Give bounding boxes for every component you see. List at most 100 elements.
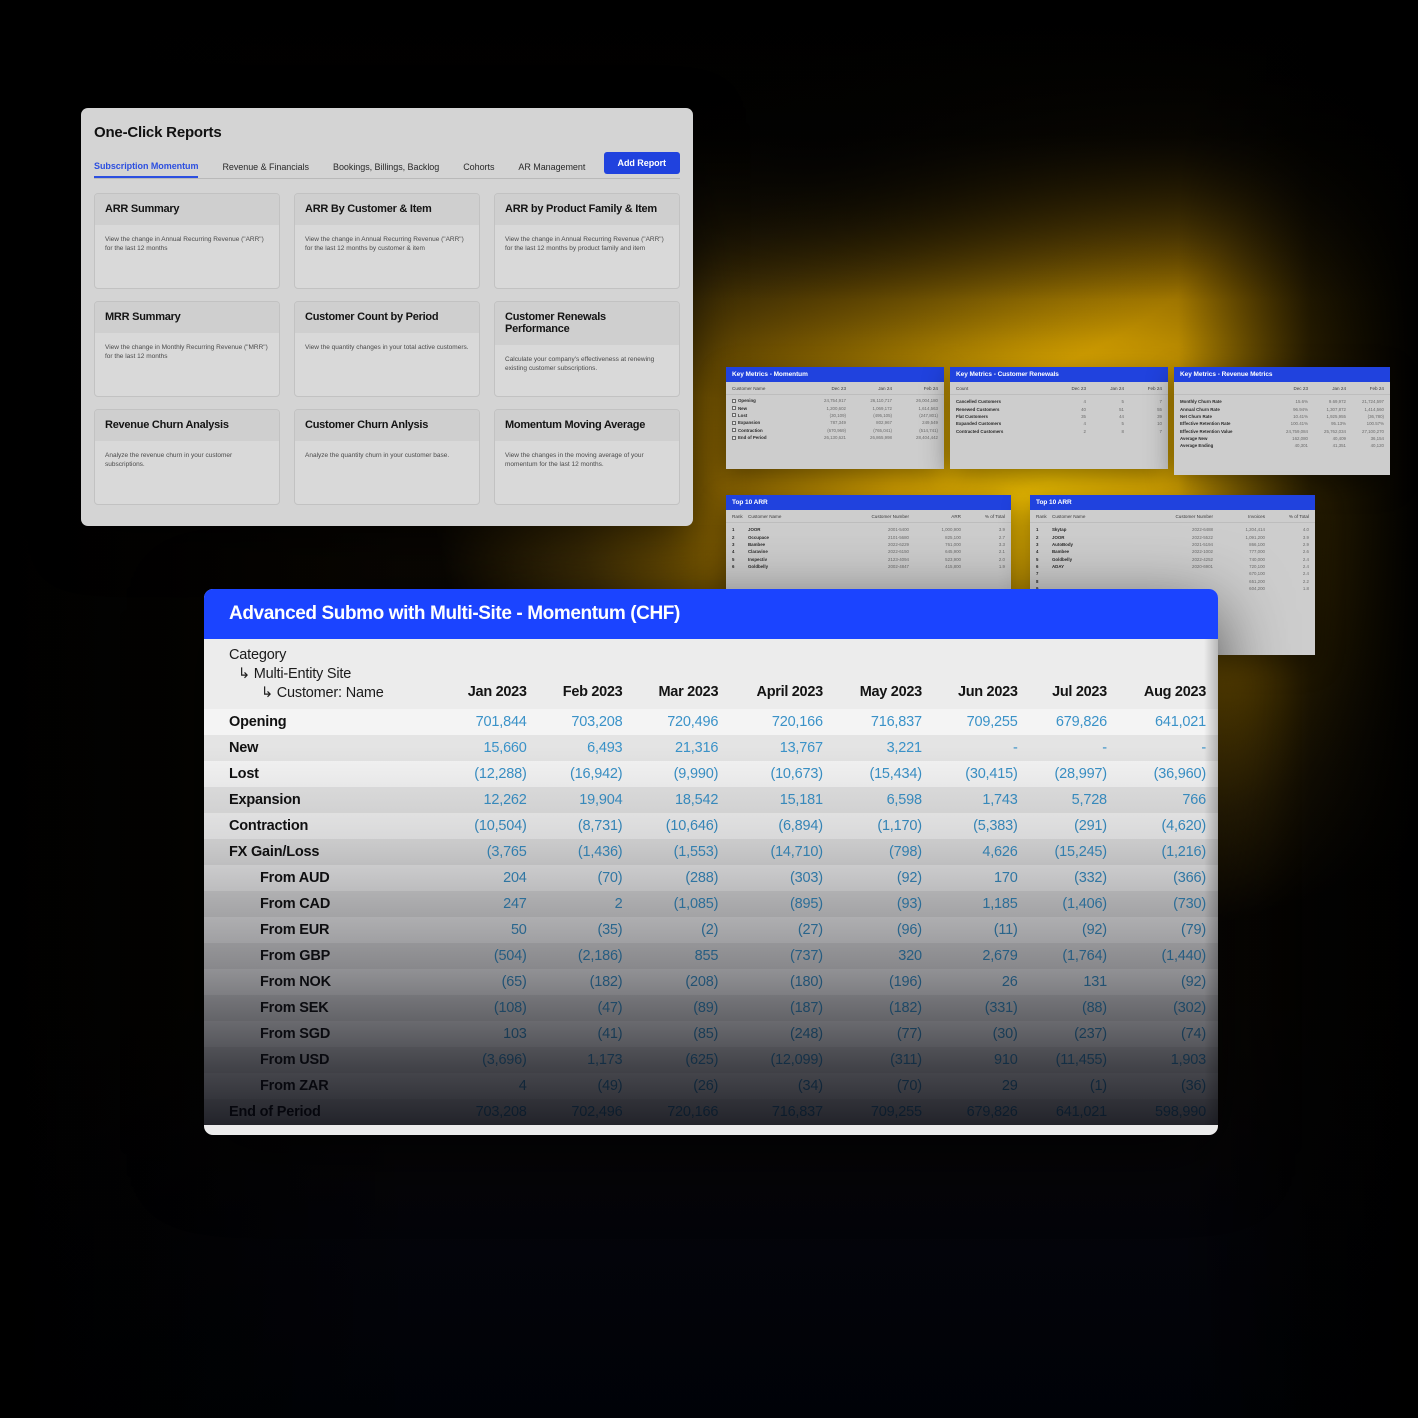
report-card-arr-by-product-family-item[interactable]: ARR by Product Family & Item View the ch… <box>494 193 680 289</box>
row-label: From CAD <box>260 896 331 912</box>
customer-number-cell: 2020-6901 <box>1192 564 1213 570</box>
row-label: Cancelled Customers <box>956 399 1001 405</box>
cell-value: 95.13% <box>1331 421 1346 427</box>
table-row: 8 651,200 2.2 <box>1030 578 1315 585</box>
cell-value: 204 <box>503 870 527 886</box>
cell-value: (14,710) <box>770 844 823 860</box>
table-row: 2 JOOR 2022-5522 1,091,200 3.9 <box>1030 533 1315 540</box>
checkbox-icon[interactable] <box>732 398 736 403</box>
customer-number-cell: 2022-6488 <box>1192 527 1213 533</box>
cell-value: (10,504) <box>474 818 527 834</box>
report-card-mrr-summary[interactable]: MRR Summary View the change in Monthly R… <box>94 301 280 397</box>
cell-value: (70) <box>597 870 623 886</box>
percent-cell: 2.6 <box>1302 549 1309 555</box>
cell-value: 716,837 <box>771 1104 823 1120</box>
panel-title: Top 10 ARR <box>1030 495 1315 510</box>
table-row: 6 Goldbelly 2002-4847 415,800 1.9 <box>726 563 1011 570</box>
cell-value: 8 <box>1121 428 1124 434</box>
table-row: 4 Claravine 2022-6150 645,900 2.1 <box>726 548 1011 555</box>
row-label: From ZAR <box>260 1078 329 1094</box>
column-header: Rank <box>732 514 743 519</box>
cell-value: (187) <box>790 1000 823 1016</box>
table-row: Effective Retention Rate 100.41% 95.13% … <box>1174 420 1390 427</box>
cell-value: (3,765 <box>486 844 527 860</box>
checkbox-icon[interactable] <box>732 428 736 433</box>
cell-value: (302) <box>1173 1000 1206 1016</box>
cell-value: (737) <box>790 948 823 964</box>
table-row: Expanded Customers 4 5 10 <box>950 420 1168 427</box>
report-card-customer-count-by-period[interactable]: Customer Count by Period View the quanti… <box>294 301 480 397</box>
cell-value: 1,185 <box>982 896 1018 912</box>
cell-value: (5,383) <box>973 818 1018 834</box>
cell-value: (303) <box>790 870 823 886</box>
cell-value: (8,731) <box>577 818 623 834</box>
percent-cell: 3.3 <box>998 541 1005 547</box>
cell-value: (11,455) <box>1055 1052 1108 1068</box>
panel-title: Top 10 ARR <box>726 495 1011 510</box>
table-row: From CAD 247 2 (1,085) (895) (93) 1,185 … <box>204 891 1218 917</box>
rank-cell: 2 <box>732 534 735 540</box>
table-row: New 15,660 6,493 21,316 13,767 3,221 - -… <box>204 735 1218 761</box>
reports-card-grid: ARR Summary View the change in Annual Re… <box>81 179 693 505</box>
cell-value: 19,904 <box>579 792 623 808</box>
cell-value: 9.69,972 <box>1328 399 1346 405</box>
checkbox-icon[interactable] <box>732 420 736 425</box>
row-label: New <box>229 740 259 756</box>
cell-value: 249,549 <box>922 420 938 426</box>
report-card-title: ARR by Product Family & Item <box>495 194 679 225</box>
cell-value: 720,496 <box>667 714 719 730</box>
cell-value: (36,780) <box>1367 413 1384 419</box>
checkbox-icon[interactable] <box>732 435 736 440</box>
cell-value: (248) <box>790 1026 823 1042</box>
cell-value: 598,990 <box>1154 1104 1206 1120</box>
cell-value: 679,826 <box>1055 714 1107 730</box>
customer-name-cell: Claravine <box>748 549 768 555</box>
cell-value: (182) <box>589 974 623 990</box>
customer-name-cell: AutoBody <box>1052 541 1073 547</box>
report-card-customer-churn-analysis[interactable]: Customer Churn Anlysis Analyze the quant… <box>294 409 480 505</box>
tab-revenue-financials[interactable]: Revenue & Financials <box>222 162 309 178</box>
cell-value: (180) <box>790 974 823 990</box>
checkbox-icon[interactable] <box>732 406 736 411</box>
cell-value: 5 <box>1121 421 1124 427</box>
percent-cell: 3.9 <box>1302 534 1309 540</box>
table-row: New 1,200,602 1,069,172 1,614,563 <box>726 404 944 411</box>
percent-cell: 1.8 <box>1302 586 1309 592</box>
cell-value: (182) <box>889 1000 922 1016</box>
tab-ar-management[interactable]: AR Management <box>518 162 585 178</box>
row-label: Contracted Customers <box>956 428 1004 434</box>
cell-value: (92) <box>896 870 922 886</box>
checkbox-icon[interactable] <box>732 413 736 418</box>
table-row: Flat Customers 35 44 39 <box>950 413 1168 420</box>
add-report-button[interactable]: Add Report <box>603 152 680 174</box>
cell-value: (331) <box>984 1000 1018 1016</box>
column-header: Customer Name <box>748 514 782 519</box>
cell-value: (30,415) <box>965 766 1018 782</box>
cell-value: 679,826 <box>966 1104 1018 1120</box>
tab-cohorts[interactable]: Cohorts <box>463 162 494 178</box>
report-card-arr-summary[interactable]: ARR Summary View the change in Annual Re… <box>94 193 280 289</box>
cell-value: 26,004,180 <box>916 398 938 404</box>
cell-value: (41) <box>597 1026 623 1042</box>
table-row: 5 Inspectiv 2123-4094 523,900 2.0 <box>726 556 1011 563</box>
cell-value: (79) <box>1181 922 1206 938</box>
row-label: Opening <box>738 398 756 404</box>
report-card-customer-renewals-performance[interactable]: Customer Renewals Performance Calculate … <box>494 301 680 397</box>
row-label: Monthly Churn Rate <box>1180 399 1222 405</box>
hierarchy-level-2-label: Multi-Entity Site <box>253 666 352 682</box>
cell-value: (1,406) <box>1062 896 1107 912</box>
report-card-revenue-churn-analysis[interactable]: Revenue Churn Analysis Analyze the reven… <box>94 409 280 505</box>
cell-value: (77) <box>896 1026 922 1042</box>
cell-value: 36,154 <box>1370 436 1384 442</box>
cell-value: 709,255 <box>966 714 1018 730</box>
cell-value: (27) <box>797 922 823 938</box>
cell-value: 855 <box>694 948 719 964</box>
tab-bookings-billings-backlog[interactable]: Bookings, Billings, Backlog <box>333 162 439 178</box>
panel-title: Key Metrics - Momentum <box>726 367 944 382</box>
report-card-arr-by-customer-item[interactable]: ARR By Customer & Item View the change i… <box>294 193 480 289</box>
cell-value: (495,105) <box>873 412 892 418</box>
hierarchy-level-2: ↳ Multi-Entity Site <box>238 666 352 682</box>
percent-cell: 2.7 <box>998 534 1005 540</box>
report-card-momentum-moving-average[interactable]: Momentum Moving Average View the changes… <box>494 409 680 505</box>
tab-subscription-momentum[interactable]: Subscription Momentum <box>94 161 199 178</box>
